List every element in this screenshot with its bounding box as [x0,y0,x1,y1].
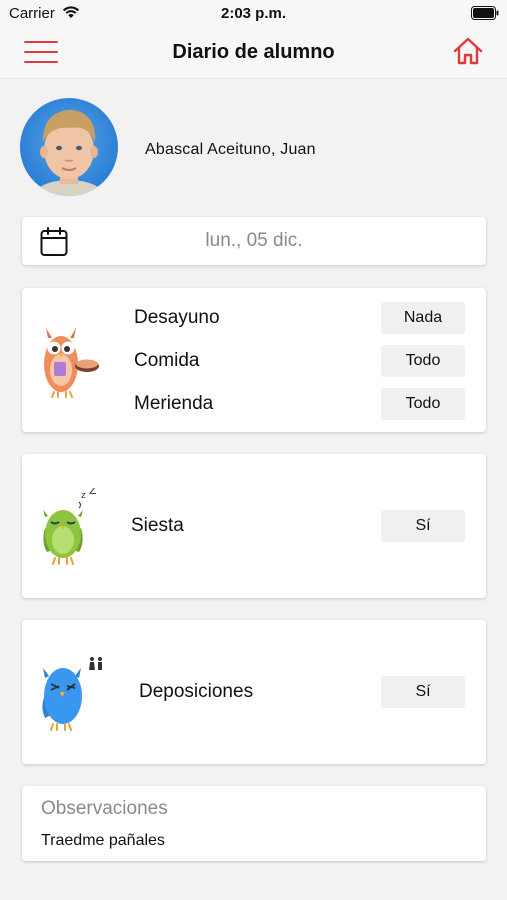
meal-label-breakfast: Desayuno [134,307,220,328]
nap-card: z Z Siesta Sí [22,454,486,598]
meal-label-snack: Merienda [134,393,214,414]
nap-label: Siesta [131,515,184,536]
nap-value[interactable]: Sí [381,510,465,542]
owl-eating-icon [40,322,102,403]
owl-toilet-icon [39,654,109,737]
observations-label: Observaciones [41,798,168,819]
date-selector[interactable]: lun., 05 dic. [22,217,486,265]
bowel-value[interactable]: Sí [381,676,465,708]
meal-value-lunch[interactable]: Todo [381,345,465,377]
home-icon[interactable] [453,37,483,70]
observations-text[interactable]: Traedme pañales [41,832,165,850]
selected-date: lun., 05 dic. [205,230,303,251]
bowel-label: Deposiciones [139,681,254,702]
student-name: Abascal Aceituno, Juan [145,141,316,158]
battery-icon [471,6,499,24]
bowel-card: Deposiciones Sí [22,620,486,764]
nav-bar: Diario de alumno [0,28,507,79]
status-bar: Carrier 2:03 p.m. [0,0,507,28]
observations-card[interactable]: Observaciones Traedme pañales [22,786,486,861]
student-header: Abascal Aceituno, Juan [20,98,490,198]
svg-text:Z: Z [89,488,97,497]
svg-text:z: z [81,491,86,501]
page-title: Diario de alumno [172,41,335,63]
meal-value-snack[interactable]: Todo [381,388,465,420]
clock-label: 2:03 p.m. [220,5,287,22]
meal-label-lunch: Comida [134,350,200,371]
owl-sleeping-icon: z Z [39,484,101,571]
meals-card: Desayuno Nada Comida Todo Merienda Todo [22,288,486,432]
meal-value-breakfast[interactable]: Nada [381,302,465,334]
avatar [20,98,118,196]
